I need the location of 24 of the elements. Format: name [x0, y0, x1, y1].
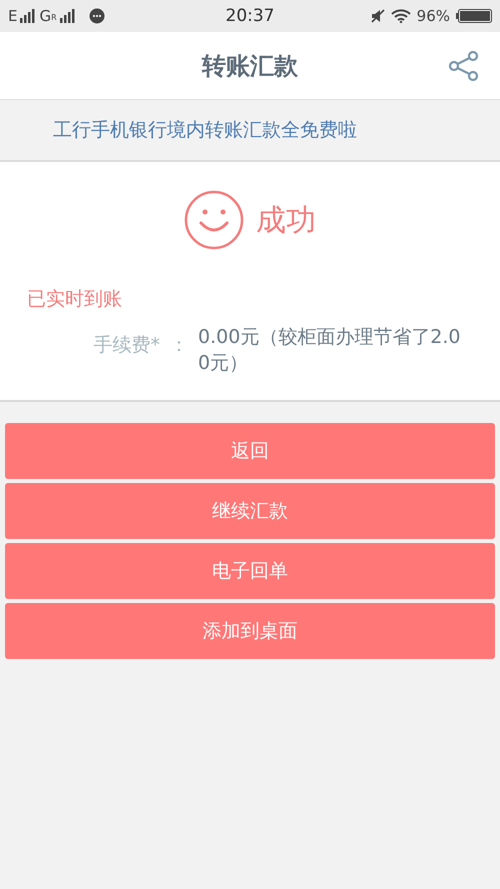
action-button[interactable]: 返回 — [5, 423, 495, 479]
share-button[interactable] — [448, 50, 480, 82]
signal-icon — [60, 9, 76, 23]
promo-text[interactable]: 工行手机银行境内转账汇款全免费啦 — [53, 117, 357, 143]
clock-time: 20:37 — [226, 6, 274, 26]
roaming-label: R — [51, 13, 57, 22]
action-button[interactable]: 继续汇款 — [5, 483, 495, 539]
fee-value: 0.00元（较柜面办理节省了2.00元） — [198, 325, 462, 376]
action-button[interactable]: 添加到桌面 — [5, 603, 495, 659]
fee-label: 手续费* — [92, 333, 160, 358]
chat-icon — [88, 8, 105, 24]
signal-icon — [20, 9, 36, 23]
page-title: 转账汇款 — [202, 50, 298, 82]
action-button[interactable]: 电子回单 — [5, 543, 495, 599]
network-label: E — [8, 7, 18, 25]
success-text: 成功 — [256, 202, 316, 240]
battery-icon — [456, 9, 492, 23]
arrival-status: 已实时到账 — [27, 287, 123, 312]
battery-percent: 96% — [416, 7, 450, 25]
fee-separator: ： — [168, 333, 190, 358]
network-label: G — [39, 7, 52, 25]
mute-icon — [370, 9, 385, 23]
smiley-icon — [184, 190, 244, 250]
wifi-icon — [390, 9, 411, 23]
